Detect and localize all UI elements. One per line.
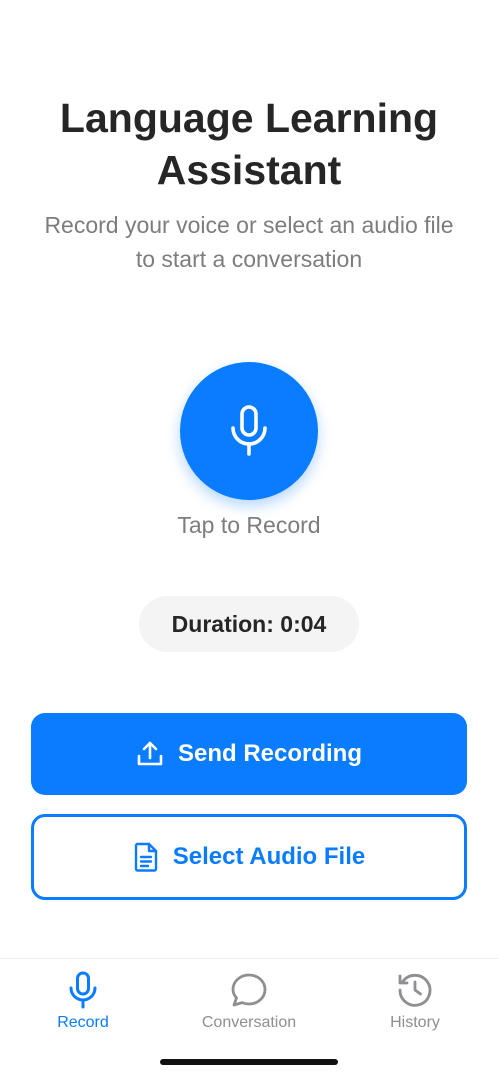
screen: Language Learning Assistant Record your … — [0, 0, 498, 1080]
tab-record-label: Record — [57, 1014, 109, 1031]
tab-conversation[interactable]: Conversation — [179, 971, 319, 1035]
record-button[interactable] — [180, 362, 318, 500]
tap-to-record-label: Tap to Record — [177, 512, 321, 538]
select-audio-file-button[interactable]: Select Audio File — [31, 814, 467, 900]
duration-value: 0:04 — [280, 610, 327, 637]
document-icon — [133, 842, 159, 872]
select-audio-file-label: Select Audio File — [172, 843, 366, 870]
tab-history-label: History — [390, 1014, 440, 1031]
duration-label: Duration: — [171, 610, 274, 637]
tab-conversation-label: Conversation — [201, 1014, 297, 1031]
home-indicator[interactable] — [160, 1059, 338, 1065]
page-title: Language Learning Assistant — [59, 95, 439, 193]
tab-history[interactable]: History — [345, 971, 485, 1035]
tab-record[interactable]: Record — [13, 971, 153, 1035]
history-clock-icon — [396, 971, 434, 1009]
duration-badge: Duration: 0:04 — [139, 596, 359, 652]
send-recording-button[interactable]: Send Recording — [31, 713, 467, 795]
send-recording-label: Send Recording — [177, 740, 363, 767]
microphone-icon — [229, 405, 269, 457]
microphone-icon — [68, 971, 98, 1009]
upload-icon — [136, 740, 164, 768]
page-subtitle: Record your voice or select an audio fil… — [44, 212, 454, 272]
chat-bubble-icon — [230, 971, 268, 1009]
